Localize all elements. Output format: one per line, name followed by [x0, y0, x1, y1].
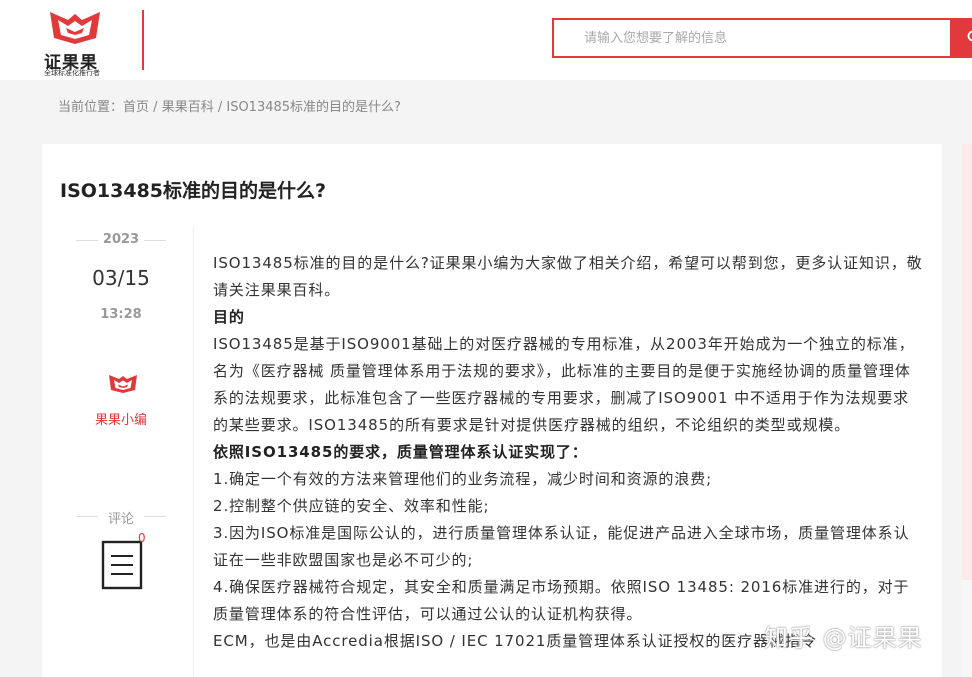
publish-time: 13:28 — [100, 307, 142, 322]
search-icon — [967, 30, 972, 42]
article-heading: 依照ISO13485的要求，质量管理体系认证实现了： — [213, 443, 588, 461]
search-button[interactable] — [950, 18, 972, 58]
comment-icon[interactable] — [100, 540, 144, 592]
comment-count: 0 — [138, 531, 146, 545]
publish-year: 2023 — [76, 232, 166, 247]
article-list-item: 2.控制整个供应链的安全、效率和性能; — [213, 497, 490, 515]
article-heading: 目的 — [213, 308, 245, 326]
author-avatar-icon — [109, 375, 137, 393]
site-logo[interactable]: 证果果 全球标准化推行者 — [42, 8, 112, 77]
breadcrumb-prefix: 当前位置： — [58, 100, 124, 115]
article-title: ISO13485标准的目的是什么? — [60, 180, 327, 202]
breadcrumb-current: ISO13485标准的目的是什么? — [226, 100, 401, 115]
article-paragraph: ISO13485是基于ISO9001基础上的对医疗器械的专用标准，从2003年开… — [213, 335, 915, 434]
search-box — [552, 18, 952, 58]
side-panel-lower — [962, 580, 972, 677]
author-name[interactable]: 果果小编 — [76, 409, 166, 428]
logo-slogan: 全球标准化推行者 — [44, 69, 100, 77]
article-list-item: 1.确定一个有效的方法来管理他们的业务流程，减少时间和资源的浪费; — [213, 470, 713, 488]
breadcrumb-encyclopedia[interactable]: 果果百科 — [162, 100, 214, 115]
watermark: 知乎 @证果果 — [764, 624, 923, 652]
logo-book-icon — [50, 12, 100, 44]
search-input[interactable] — [584, 28, 944, 48]
breadcrumb-separator: / — [149, 100, 162, 115]
publish-date: 03/15 — [92, 266, 150, 290]
article-content: ISO13485标准的目的是什么?证果果小编为大家做了相关介绍，希望可以帮到您，… — [213, 250, 923, 655]
header-divider — [142, 10, 144, 70]
site-header: 证果果 全球标准化推行者 — [0, 0, 972, 80]
article-paragraph: ISO13485标准的目的是什么?证果果小编为大家做了相关介绍，希望可以帮到您，… — [213, 254, 923, 299]
article-list-item: 3.因为ISO标准是国际公认的，进行质量管理体系认证，能促进产品进入全球市场，质… — [213, 524, 910, 569]
breadcrumb-separator: / — [213, 100, 227, 115]
comment-label: 评论 — [76, 508, 166, 527]
breadcrumb-home[interactable]: 首页 — [123, 100, 149, 115]
breadcrumb: 当前位置：首页 / 果果百科 / ISO13485标准的目的是什么? — [58, 96, 401, 115]
column-divider — [193, 228, 194, 677]
